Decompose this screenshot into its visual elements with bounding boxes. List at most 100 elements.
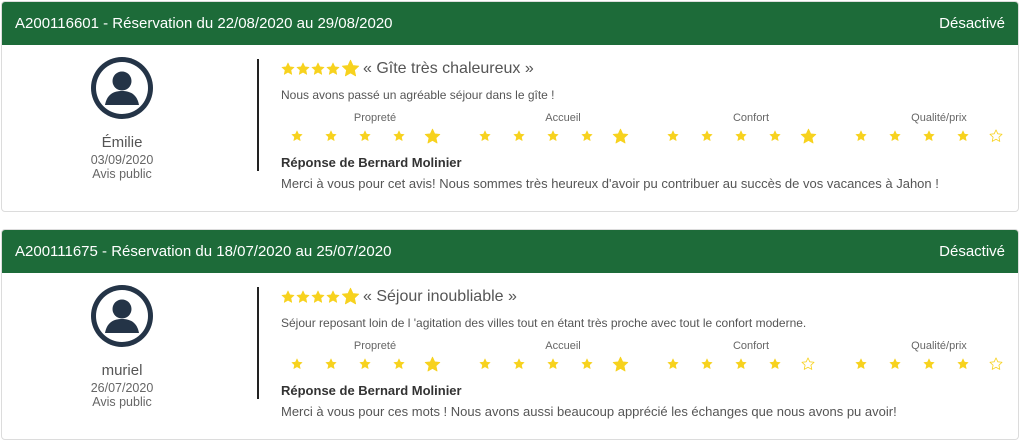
reviewer-name: Émilie xyxy=(101,134,143,151)
criteria-ratings: Propreté Accueil Confort Qualité/prix xyxy=(281,112,1018,146)
owner-response-title: Réponse de Bernard Molinier xyxy=(281,155,462,170)
criterion-confort: Confort xyxy=(657,340,845,374)
star-filled-icon xyxy=(479,130,491,142)
criterion-label: Propreté xyxy=(353,340,397,352)
star-filled-icon xyxy=(326,290,340,304)
star-filled-icon xyxy=(800,128,817,145)
review-card: A200111675 - Réservation du 18/07/2020 a… xyxy=(1,229,1019,440)
star-filled-icon xyxy=(513,130,525,142)
star-filled-icon xyxy=(701,130,713,142)
star-filled-icon xyxy=(667,130,679,142)
review-date: 26/07/2020 xyxy=(90,381,154,395)
star-filled-icon xyxy=(479,358,491,370)
criterion-stars xyxy=(845,126,1018,144)
star-filled-icon xyxy=(296,62,310,76)
criterion-proprete: Propreté xyxy=(281,340,469,374)
criterion-stars xyxy=(469,354,657,372)
review-title: « Séjour inoubliable » xyxy=(363,287,517,305)
criteria-ratings: Propreté Accueil Confort Qualité/prix xyxy=(281,340,1018,374)
star-filled-icon xyxy=(326,62,340,76)
criterion-qualite-prix: Qualité/prix xyxy=(845,340,1018,374)
overall-rating-stars xyxy=(281,59,360,78)
criterion-stars xyxy=(657,126,845,144)
star-filled-icon xyxy=(359,130,371,142)
criterion-stars xyxy=(845,354,1018,372)
star-filled-icon xyxy=(581,358,593,370)
criterion-label: Qualité/prix xyxy=(911,340,967,352)
owner-response-title: Réponse de Bernard Molinier xyxy=(281,383,462,398)
criterion-label: Qualité/prix xyxy=(911,112,967,124)
review-visibility: Avis public xyxy=(92,167,152,181)
star-filled-icon xyxy=(393,130,405,142)
star-filled-icon xyxy=(612,128,629,145)
criterion-stars xyxy=(281,126,469,144)
reservation-title: A200111675 - Réservation du 18/07/2020 a… xyxy=(15,243,392,260)
criterion-accueil: Accueil xyxy=(469,340,657,374)
criterion-stars xyxy=(657,354,845,372)
reviewer-name: muriel xyxy=(101,362,143,379)
avatar-icon xyxy=(91,57,153,119)
reservation-title: A200116601 - Réservation du 22/08/2020 a… xyxy=(15,15,393,32)
avatar-icon xyxy=(91,285,153,347)
star-filled-icon xyxy=(311,290,325,304)
star-filled-icon xyxy=(424,356,441,373)
divider xyxy=(257,287,259,399)
overall-rating-stars xyxy=(281,287,360,306)
star-filled-icon xyxy=(923,130,935,142)
star-filled-icon xyxy=(513,358,525,370)
star-filled-icon xyxy=(296,290,310,304)
star-filled-icon xyxy=(769,358,781,370)
star-filled-icon xyxy=(855,358,867,370)
criterion-stars xyxy=(281,354,469,372)
star-filled-icon xyxy=(325,130,337,142)
criterion-stars xyxy=(469,126,657,144)
review-date: 03/09/2020 xyxy=(90,153,154,167)
star-filled-icon xyxy=(735,358,747,370)
owner-response-text: Merci à vous pour ces mots ! Nous avons … xyxy=(281,404,897,419)
status-label[interactable]: Désactivé xyxy=(939,243,1005,260)
star-filled-icon xyxy=(769,130,781,142)
star-filled-icon xyxy=(547,130,559,142)
review-header[interactable]: A200116601 - Réservation du 22/08/2020 a… xyxy=(2,2,1018,45)
review-visibility: Avis public xyxy=(92,395,152,409)
review-comment: Séjour reposant loin de l 'agitation des… xyxy=(281,316,807,330)
star-filled-icon xyxy=(957,130,969,142)
star-filled-icon xyxy=(341,59,360,78)
owner-response-text: Merci à vous pour cet avis! Nous sommes … xyxy=(281,176,939,191)
star-filled-icon xyxy=(341,287,360,306)
star-filled-icon xyxy=(735,130,747,142)
review-card: A200116601 - Réservation du 22/08/2020 a… xyxy=(1,1,1019,212)
star-empty-icon xyxy=(989,129,1003,143)
review-header[interactable]: A200111675 - Réservation du 18/07/2020 a… xyxy=(2,230,1018,273)
star-filled-icon xyxy=(393,358,405,370)
criterion-label: Accueil xyxy=(545,340,581,352)
review-comment: Nous avons passé un agréable séjour dans… xyxy=(281,88,555,102)
star-empty-icon xyxy=(801,357,815,371)
star-filled-icon xyxy=(889,130,901,142)
star-filled-icon xyxy=(359,358,371,370)
star-filled-icon xyxy=(581,130,593,142)
review-title: « Gîte très chaleureux » xyxy=(363,59,534,77)
criterion-label: Propreté xyxy=(353,112,397,124)
star-empty-icon xyxy=(989,357,1003,371)
criterion-label: Confort xyxy=(732,340,770,352)
star-filled-icon xyxy=(923,358,935,370)
criterion-label: Accueil xyxy=(545,112,581,124)
star-filled-icon xyxy=(889,358,901,370)
star-filled-icon xyxy=(667,358,679,370)
star-filled-icon xyxy=(291,358,303,370)
divider xyxy=(257,59,259,171)
star-filled-icon xyxy=(612,356,629,373)
star-filled-icon xyxy=(957,358,969,370)
criterion-accueil: Accueil xyxy=(469,112,657,146)
star-filled-icon xyxy=(281,62,295,76)
criterion-proprete: Propreté xyxy=(281,112,469,146)
star-filled-icon xyxy=(281,290,295,304)
star-filled-icon xyxy=(311,62,325,76)
star-filled-icon xyxy=(547,358,559,370)
star-filled-icon xyxy=(424,128,441,145)
criterion-confort: Confort xyxy=(657,112,845,146)
star-filled-icon xyxy=(701,358,713,370)
criterion-label: Confort xyxy=(732,112,770,124)
status-label[interactable]: Désactivé xyxy=(939,15,1005,32)
